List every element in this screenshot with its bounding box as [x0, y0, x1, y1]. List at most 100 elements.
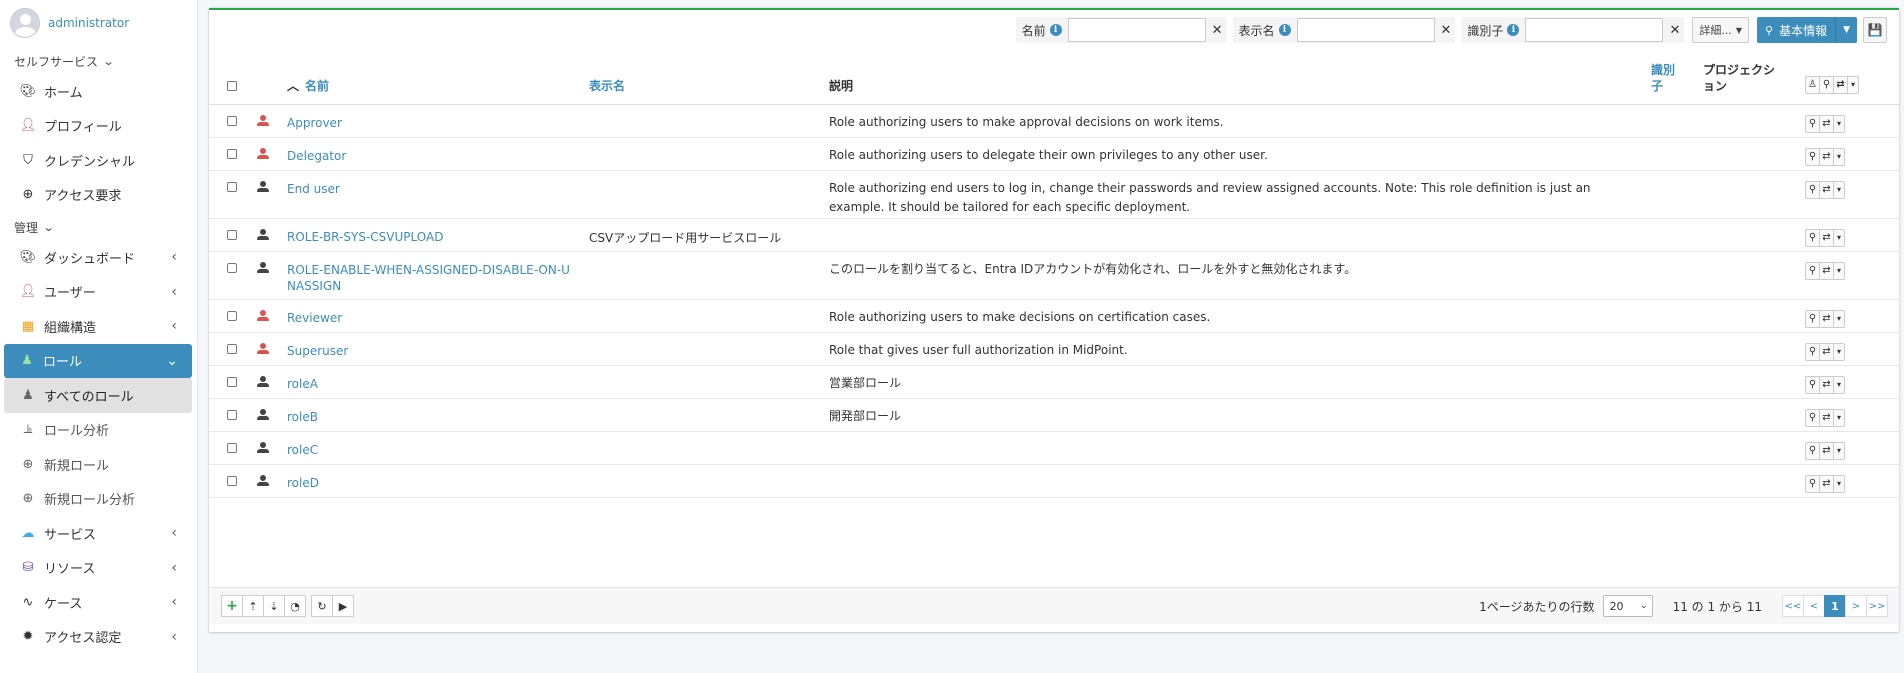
unassign-icon[interactable]: ⚲ — [1806, 409, 1820, 426]
recompute-icon[interactable]: ⇄ — [1820, 229, 1834, 246]
caret-down-icon[interactable]: ▾ — [1848, 77, 1858, 93]
recompute-icon[interactable]: ⇄ — [1834, 76, 1848, 93]
row-checkbox[interactable] — [227, 229, 237, 240]
info-icon[interactable]: i — [1507, 24, 1520, 36]
sidebar-item[interactable]: ✹ アクセス認定 ‹ — [0, 620, 197, 655]
basic-search-main[interactable]: ⚲ 基本情報 — [1757, 22, 1835, 39]
sidebar-subitem[interactable]: ♟ すべてのロール — [4, 378, 192, 413]
row-checkbox[interactable] — [227, 181, 237, 192]
info-icon[interactable]: i — [1278, 24, 1291, 36]
export-icon[interactable]: ⇣ — [263, 595, 285, 617]
role-name-link[interactable]: Reviewer — [287, 310, 577, 326]
unassign-icon[interactable]: ⚲ — [1806, 115, 1820, 132]
row-actions[interactable]: ⚲ ⇄ ▾ — [1805, 147, 1845, 166]
save-icon[interactable]: 💾 — [1863, 17, 1887, 43]
caret-down-icon[interactable]: ▾ — [1834, 476, 1844, 492]
unassign-icon[interactable]: ⚲ — [1806, 262, 1820, 279]
admin-header[interactable]: 管理 ⌄ — [0, 214, 197, 240]
role-name-link[interactable]: roleB — [287, 409, 577, 425]
header-actions[interactable]: ♙ ⚲ ⇄ ▾ — [1805, 75, 1859, 94]
role-name-link[interactable]: Approver — [287, 115, 577, 131]
unassign-icon[interactable]: ⚲ — [1806, 148, 1820, 165]
role-name-link[interactable]: roleD — [287, 475, 577, 491]
selfservice-header[interactable]: セルフサービス ⌄ — [0, 48, 197, 74]
identifier-column-header[interactable]: 識別子 — [1645, 60, 1697, 105]
search-name-input[interactable] — [1067, 18, 1206, 42]
row-actions[interactable]: ⚲ ⇄ ▾ — [1805, 342, 1845, 361]
sidebar-item[interactable]: ⛉ クレデンシャル — [0, 143, 197, 178]
row-checkbox[interactable] — [227, 343, 237, 354]
caret-down-icon[interactable]: ▾ — [1834, 410, 1844, 426]
prev-page-button[interactable]: < — [1803, 595, 1825, 617]
sidebar-item[interactable]: ♟ ロール ⌄ — [4, 343, 192, 378]
role-name-link[interactable]: ROLE-ENABLE-WHEN-ASSIGNED-DISABLE-ON-UNA… — [287, 262, 577, 294]
unassign-icon[interactable]: ⚲ — [1806, 181, 1820, 198]
row-actions[interactable]: ⚲ ⇄ ▾ — [1805, 114, 1845, 133]
row-checkbox[interactable] — [227, 310, 237, 321]
name-column-header[interactable]: ︿ 名前 — [281, 60, 583, 105]
clear-icon[interactable]: ✕ — [1669, 23, 1680, 38]
sidebar-item[interactable]: ∿ ケース ‹ — [0, 585, 197, 620]
unassign-icon[interactable]: ⚲ — [1806, 442, 1820, 459]
caret-down-icon[interactable]: ▾ — [1834, 230, 1844, 246]
recompute-icon[interactable]: ⇄ — [1820, 115, 1834, 132]
search-display-input[interactable] — [1296, 18, 1435, 42]
refresh-icon[interactable]: ↻ — [311, 595, 333, 617]
role-name-link[interactable]: roleA — [287, 376, 577, 392]
recompute-icon[interactable]: ⇄ — [1820, 181, 1834, 198]
caret-down-icon[interactable]: ▾ — [1834, 116, 1844, 132]
first-page-button[interactable]: << — [1782, 595, 1804, 617]
unassign-icon[interactable]: ⚲ — [1820, 76, 1834, 93]
select-all-checkbox[interactable] — [227, 80, 237, 91]
import-icon[interactable]: ⇡ — [242, 595, 264, 617]
row-checkbox[interactable] — [227, 148, 237, 159]
caret-down-icon[interactable]: ▾ — [1834, 311, 1844, 327]
row-actions[interactable]: ⚲ ⇄ ▾ — [1805, 441, 1845, 460]
recompute-icon[interactable]: ⇄ — [1820, 262, 1834, 279]
unassign-icon[interactable]: ⚲ — [1806, 475, 1820, 492]
caret-down-icon[interactable]: ▾ — [1834, 149, 1844, 165]
row-checkbox[interactable] — [227, 442, 237, 453]
caret-down-icon[interactable]: ▾ — [1834, 263, 1844, 279]
sidebar-item[interactable]: ▦ 組織構造 ‹ — [0, 309, 197, 344]
search-identifier-input[interactable] — [1525, 18, 1664, 42]
recompute-icon[interactable]: ⇄ — [1820, 475, 1834, 492]
row-checkbox[interactable] — [227, 262, 237, 273]
sidebar-subitem[interactable]: ⊕ 新規ロール分析 — [0, 482, 197, 517]
row-actions[interactable]: ⚲ ⇄ ▾ — [1805, 408, 1845, 427]
unassign-icon[interactable]: ⚲ — [1806, 229, 1820, 246]
play-icon[interactable]: ▶ — [332, 595, 354, 617]
sidebar-item[interactable]: 👤︎ プロフィール — [0, 109, 197, 144]
info-icon[interactable]: i — [1049, 24, 1062, 36]
recompute-icon[interactable]: ⇄ — [1820, 376, 1834, 393]
recompute-icon[interactable]: ⇄ — [1820, 148, 1834, 165]
sidebar-item[interactable]: ⛁ リソース ‹ — [0, 551, 197, 586]
row-actions[interactable]: ⚲ ⇄ ▾ — [1805, 474, 1845, 493]
recompute-icon[interactable]: ⇄ — [1820, 310, 1834, 327]
rows-per-page-select[interactable]: 20 ⌄ — [1602, 595, 1653, 617]
row-checkbox[interactable] — [227, 376, 237, 387]
user-name[interactable]: administrator — [48, 16, 129, 30]
unassign-icon[interactable]: ⚲ — [1806, 310, 1820, 327]
sidebar-item[interactable]: 🎨︎ ダッシュボード ‹ — [0, 240, 197, 275]
sidebar-subitem[interactable]: ⊕ 新規ロール — [0, 447, 197, 482]
unassign-icon[interactable]: ⚲ — [1806, 376, 1820, 393]
recompute-icon[interactable]: ⇄ — [1820, 343, 1834, 360]
last-page-button[interactable]: >> — [1866, 595, 1888, 617]
basic-search-button[interactable]: ⚲ 基本情報 ▼ — [1757, 17, 1857, 43]
sidebar-item[interactable]: 🎨︎ ホーム — [0, 74, 197, 109]
report-icon[interactable]: ◔ — [284, 595, 306, 617]
role-name-link[interactable]: Superuser — [287, 343, 577, 359]
row-actions[interactable]: ⚲ ⇄ ▾ — [1805, 261, 1845, 280]
caret-down-icon[interactable]: ▾ — [1834, 377, 1844, 393]
display-name-column-header[interactable]: 表示名 — [583, 60, 823, 105]
role-name-link[interactable]: Delegator — [287, 148, 577, 164]
unassign-icon[interactable]: ⚲ — [1806, 343, 1820, 360]
page-button[interactable]: 1 — [1824, 595, 1846, 617]
caret-down-icon[interactable]: ▾ — [1834, 344, 1844, 360]
row-checkbox[interactable] — [227, 115, 237, 126]
row-actions[interactable]: ⚲ ⇄ ▾ — [1805, 228, 1845, 247]
recompute-icon[interactable]: ⇄ — [1820, 442, 1834, 459]
sidebar-item[interactable]: 👤︎ ユーザー ‹ — [0, 275, 197, 310]
sidebar-item[interactable]: ⊕ アクセス要求 — [0, 178, 197, 213]
